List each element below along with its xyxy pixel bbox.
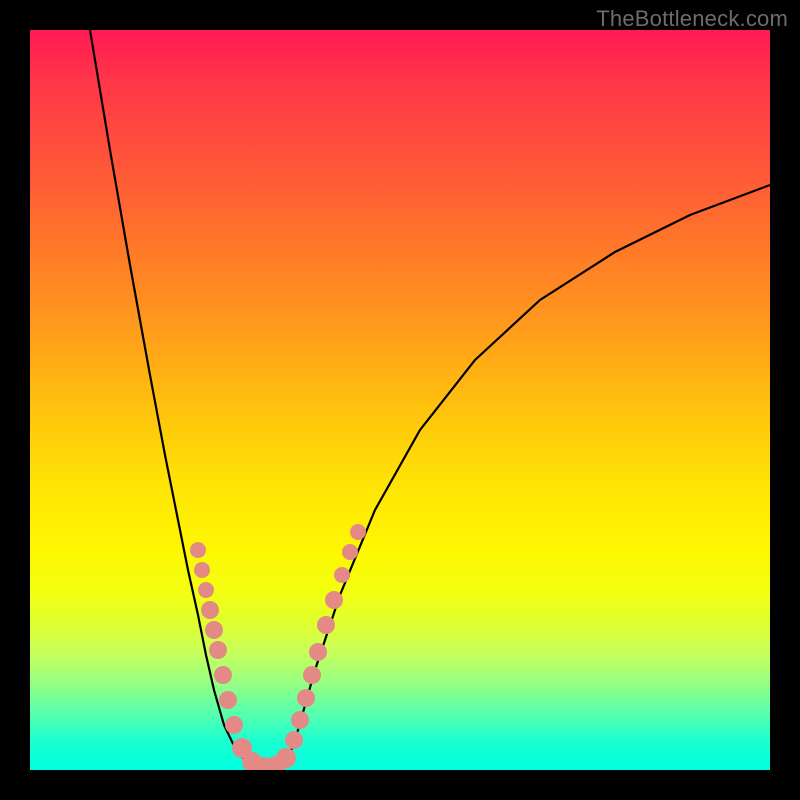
bead-point bbox=[285, 731, 303, 749]
bead-point bbox=[350, 524, 366, 540]
bead-point bbox=[309, 643, 327, 661]
bead-point bbox=[201, 601, 219, 619]
bead-point bbox=[291, 711, 309, 729]
bead-point bbox=[190, 542, 206, 558]
bead-point bbox=[205, 621, 223, 639]
bead-point bbox=[334, 567, 350, 583]
plot-area bbox=[30, 30, 770, 770]
bead-point bbox=[225, 716, 243, 734]
bead-point bbox=[342, 544, 358, 560]
curve-group bbox=[90, 30, 770, 767]
bead-point bbox=[317, 616, 335, 634]
bead-point bbox=[297, 689, 315, 707]
bead-point bbox=[276, 748, 296, 768]
bead-point bbox=[219, 691, 237, 709]
bead-point bbox=[198, 582, 214, 598]
bead-point bbox=[214, 666, 232, 684]
bead-point bbox=[194, 562, 210, 578]
bead-group bbox=[190, 524, 366, 770]
bead-point bbox=[325, 591, 343, 609]
watermark-text: TheBottleneck.com bbox=[596, 6, 788, 32]
bead-point bbox=[209, 641, 227, 659]
chart-svg bbox=[30, 30, 770, 770]
bottleneck-curve bbox=[90, 30, 770, 767]
chart-stage: TheBottleneck.com bbox=[0, 0, 800, 800]
bead-point bbox=[303, 666, 321, 684]
